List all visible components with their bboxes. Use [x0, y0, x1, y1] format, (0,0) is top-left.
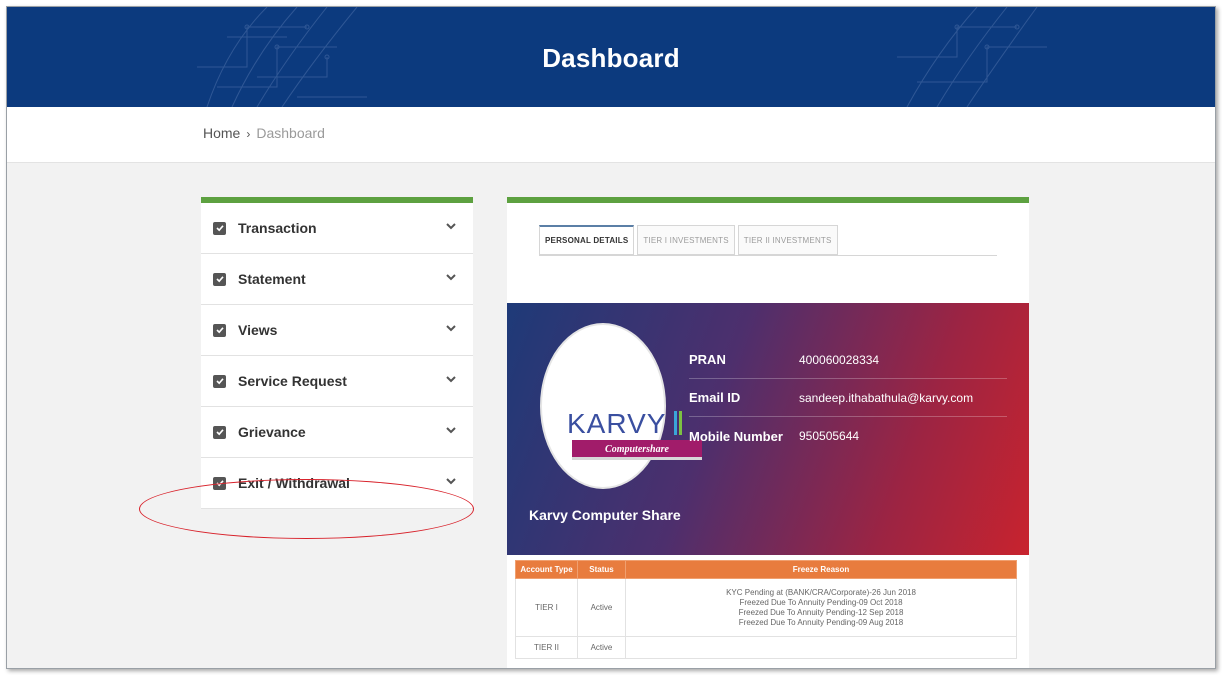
- checkbox-icon: [213, 323, 226, 337]
- column-header: Status: [577, 560, 626, 579]
- details-panel: PERSONAL DETAILS TIER I INVESTMENTS TIER…: [507, 197, 1029, 668]
- sidebar-item-label: Statement: [238, 271, 306, 287]
- table-header-row: Account Type Status Freeze Reason: [515, 560, 1017, 579]
- sidebar-item-statement[interactable]: Statement: [201, 254, 473, 305]
- breadcrumb-current: Dashboard: [256, 125, 325, 141]
- logo-subtext: Computershare: [572, 440, 702, 460]
- tab-tier-ii-investments[interactable]: TIER II INVESTMENTS: [737, 225, 838, 255]
- sidebar-item-service-request[interactable]: Service Request: [201, 356, 473, 407]
- chevron-down-icon[interactable]: [445, 272, 457, 282]
- profile-card: KARVY Computershare Karvy Computer Share…: [507, 303, 1029, 555]
- chevron-right-icon: ›: [246, 127, 251, 141]
- status-cell: Active: [577, 578, 626, 637]
- account-type-cell: TIER I: [515, 578, 578, 637]
- tab-bar: PERSONAL DETAILS TIER I INVESTMENTS TIER…: [539, 225, 841, 255]
- sidebar-item-label: Exit / Withdrawal: [238, 475, 350, 491]
- company-name: Karvy Computer Share: [529, 507, 681, 523]
- chevron-down-icon[interactable]: [445, 425, 457, 435]
- info-row-mobile: Mobile Number 950505644: [689, 417, 1007, 455]
- info-value: sandeep.ithabathula@karvy.com: [799, 390, 974, 405]
- tab-tier-i-investments[interactable]: TIER I INVESTMENTS: [637, 225, 735, 255]
- checkbox-icon: [213, 425, 226, 439]
- info-value: 950505644: [799, 429, 860, 443]
- sidebar-menu: Transaction Statement Views Service Requ…: [201, 197, 473, 509]
- profile-info: PRAN 400060028334 Email ID sandeep.ithab…: [689, 341, 1007, 455]
- sidebar-item-label: Transaction: [238, 220, 317, 236]
- chevron-down-icon[interactable]: [445, 476, 457, 486]
- tab-personal-details[interactable]: PERSONAL DETAILS: [539, 225, 635, 255]
- freeze-reason-cell: KYC Pending at (BANK/CRA/Corporate)-26 J…: [625, 578, 1017, 637]
- freeze-reason: Freezed Due To Annuity Pending-09 Aug 20…: [738, 617, 904, 627]
- table-row: TIER II Active: [515, 636, 1017, 659]
- breadcrumb: Home › Dashboard: [203, 125, 325, 141]
- checkbox-icon: [213, 221, 226, 235]
- app-frame: Dashboard Home › Dashboard Transaction Sta…: [6, 6, 1216, 669]
- column-header: Freeze Reason: [625, 560, 1017, 579]
- sidebar-item-exit-withdrawal[interactable]: Exit / Withdrawal: [201, 458, 473, 509]
- sidebar-item-label: Service Request: [238, 373, 347, 389]
- page-title: Dashboard: [542, 43, 680, 73]
- checkbox-icon: [213, 476, 226, 490]
- info-row-email: Email ID sandeep.ithabathula@karvy.com: [689, 379, 1007, 417]
- table-row: TIER I Active KYC Pending at (BANK/CRA/C…: [515, 578, 1017, 637]
- chevron-down-icon[interactable]: [445, 221, 457, 231]
- freeze-reason: KYC Pending at (BANK/CRA/Corporate)-26 J…: [726, 587, 916, 597]
- checkbox-icon: [213, 272, 226, 286]
- company-logo: KARVY Computershare: [540, 323, 702, 489]
- info-key: Email ID: [689, 390, 741, 405]
- account-table: Account Type Status Freeze Reason TIER I…: [515, 560, 1017, 659]
- sidebar-item-label: Grievance: [238, 424, 306, 440]
- sidebar-item-views[interactable]: Views: [201, 305, 473, 356]
- status-cell: Active: [577, 636, 626, 659]
- sidebar-item-label: Views: [238, 322, 278, 338]
- chevron-down-icon[interactable]: [445, 374, 457, 384]
- freeze-reason: Freezed Due To Annuity Pending-09 Oct 20…: [739, 597, 903, 607]
- freeze-reason-cell: [625, 636, 1017, 659]
- column-header: Account Type: [515, 560, 578, 579]
- info-row-pran: PRAN 400060028334: [689, 341, 1007, 379]
- sidebar-item-grievance[interactable]: Grievance: [201, 407, 473, 458]
- sidebar-item-transaction[interactable]: Transaction: [201, 203, 473, 254]
- tab-divider: [539, 255, 997, 256]
- breadcrumb-bar: Home › Dashboard: [7, 107, 1215, 163]
- info-value: 400060028334: [799, 352, 880, 367]
- info-key: Mobile Number: [689, 428, 783, 444]
- account-type-cell: TIER II: [515, 636, 578, 659]
- breadcrumb-home-link[interactable]: Home: [203, 125, 240, 141]
- logo-wordmark: KARVY: [567, 408, 667, 439]
- checkbox-icon: [213, 374, 226, 388]
- chevron-down-icon[interactable]: [445, 323, 457, 333]
- logo-bars-icon: [674, 411, 682, 435]
- info-key: PRAN: [689, 352, 726, 367]
- freeze-reason: Freezed Due To Annuity Pending-12 Sep 20…: [738, 607, 904, 617]
- page-header: Dashboard: [7, 7, 1215, 107]
